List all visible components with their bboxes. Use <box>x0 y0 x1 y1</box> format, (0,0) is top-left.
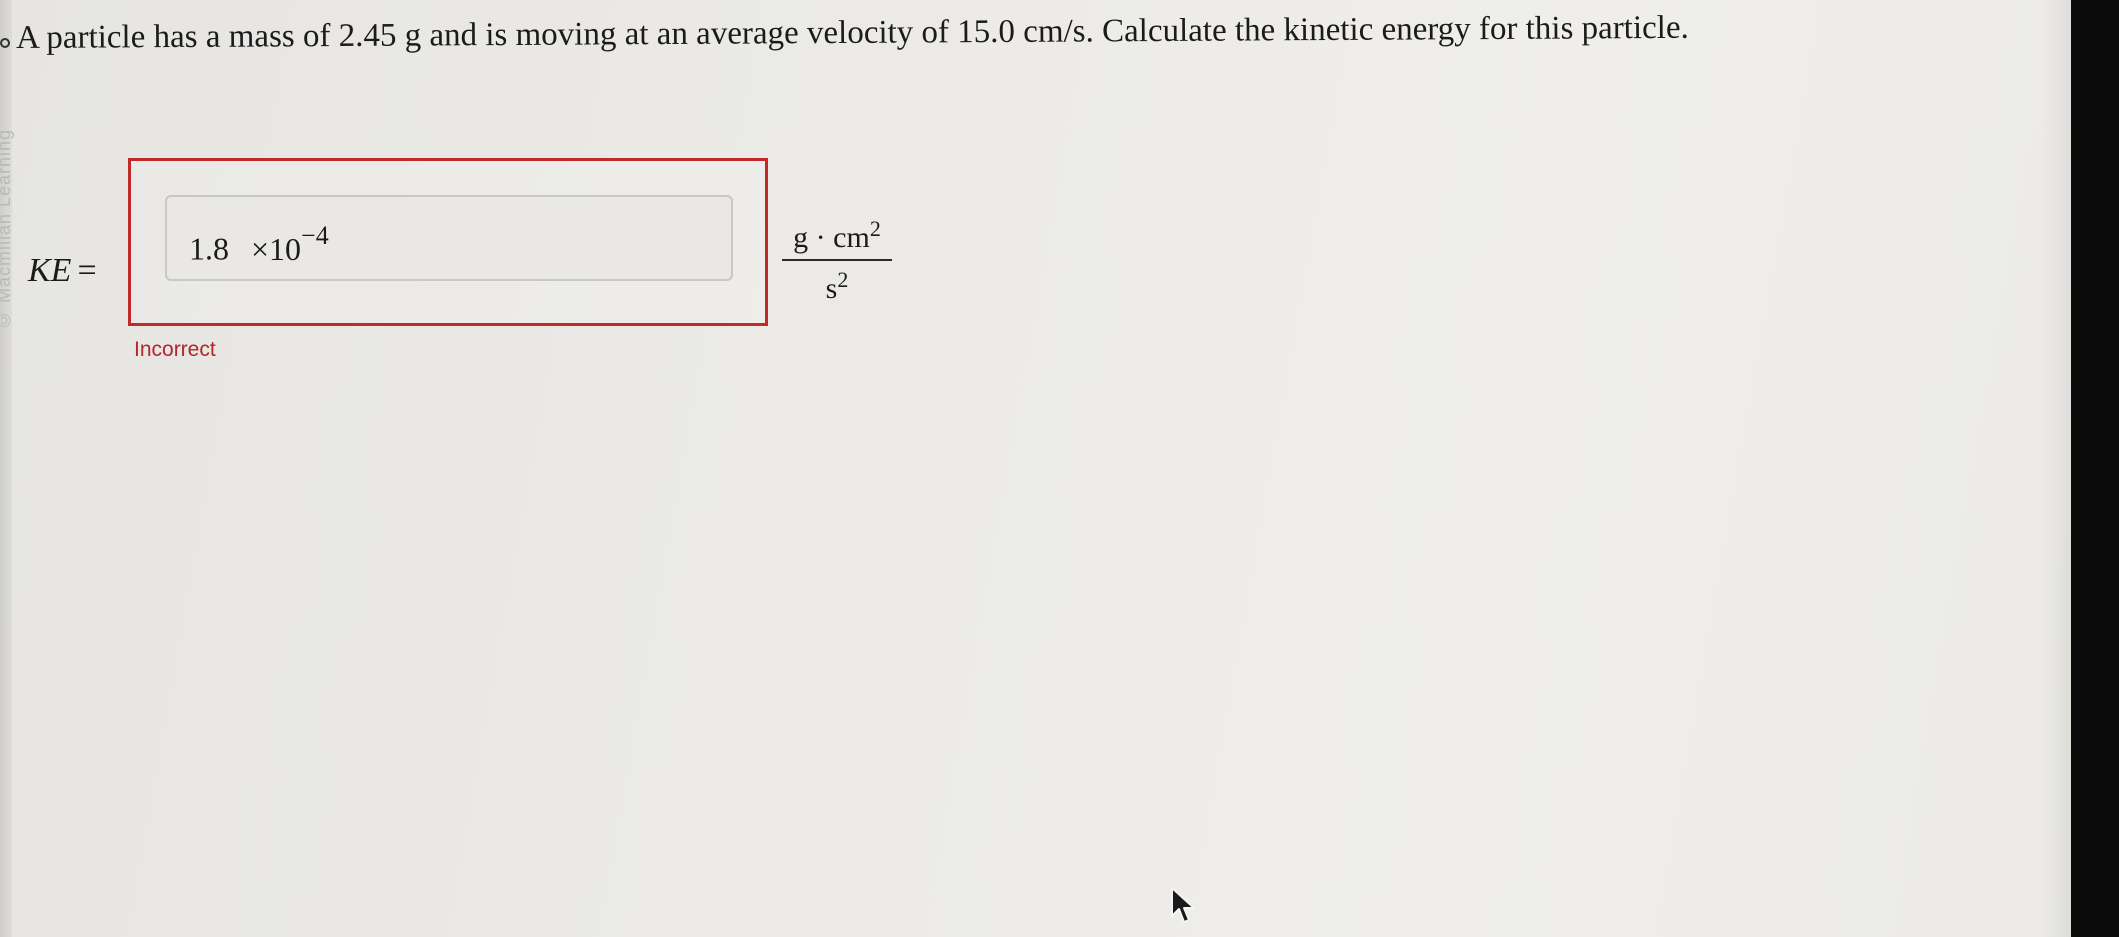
mouse-pointer-icon <box>1171 887 1195 923</box>
variable-label: KE <box>28 252 72 289</box>
unit-numerator-power: 2 <box>869 216 881 241</box>
equals-sign: = <box>77 252 97 289</box>
answer-exponent: −4 <box>301 221 329 250</box>
unit-denominator-power: 2 <box>837 267 849 292</box>
side-watermark: © Macmillan Learning <box>0 128 14 330</box>
unit-numerator-text: g · cm <box>793 221 870 254</box>
unit-denominator: s2 <box>782 261 892 306</box>
question-text: A particle has a mass of 2.45 g and is m… <box>16 9 1689 56</box>
answer-mantissa: 1.8 <box>189 230 229 267</box>
monitor-bezel <box>2071 0 2119 937</box>
answer-input[interactable]: 1.8 ×10−4 <box>165 195 733 281</box>
answer-frame-incorrect: 1.8 ×10−4 <box>128 158 768 326</box>
question-marker-icon <box>0 38 10 48</box>
ke-label: KE = <box>28 252 97 290</box>
screen-edge-shadow <box>2041 0 2071 937</box>
feedback-incorrect: Incorrect <box>134 338 216 361</box>
unit-numerator: g · cm2 <box>782 216 892 261</box>
answer-times-base: ×10 <box>251 230 302 267</box>
unit-denominator-text: s <box>825 272 838 305</box>
unit-fraction: g · cm2 s2 <box>782 216 892 306</box>
